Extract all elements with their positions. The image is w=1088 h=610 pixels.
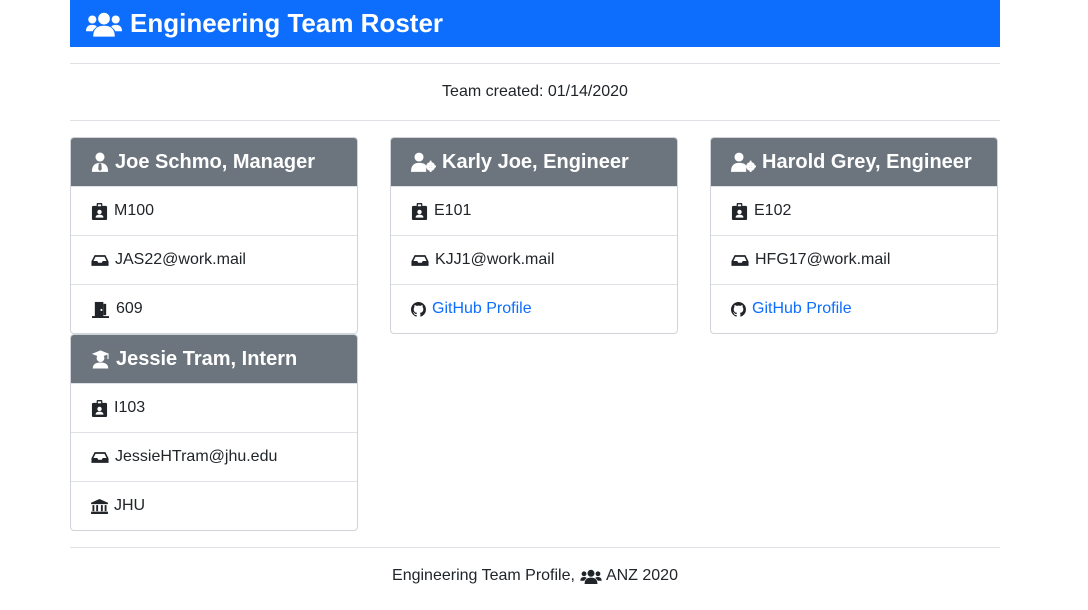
inbox-icon — [91, 451, 109, 464]
card-title: Jessie Tram, Intern — [116, 347, 298, 370]
school-row: JHU — [71, 481, 357, 530]
employee-card-engineer: Harold Grey, Engineer E102 HFG17@work.ma… — [710, 137, 998, 334]
id-badge-icon — [411, 203, 428, 220]
employee-id: E102 — [754, 202, 792, 219]
employee-card-manager: Joe Schmo, Manager M100 JAS22@work.mail … — [70, 137, 358, 334]
card-title: Karly Joe, Engineer — [442, 150, 629, 173]
id-badge-icon — [91, 400, 108, 417]
github-profile-link[interactable]: GitHub Profile — [432, 300, 532, 318]
users-icon — [86, 11, 122, 37]
footer-text-after: ANZ 2020 — [605, 567, 678, 584]
inbox-icon — [731, 254, 749, 267]
user-cog-icon — [731, 152, 756, 172]
email-row: JAS22@work.mail — [71, 235, 357, 284]
github-row: GitHub Profile — [711, 284, 997, 333]
card-header: Jessie Tram, Intern — [71, 335, 357, 383]
github-icon — [411, 302, 426, 317]
page-header: Engineering Team Roster — [70, 0, 1000, 47]
divider-bottom — [70, 547, 1000, 548]
email-text: HFG17@work.mail — [755, 251, 891, 268]
employee-id-row: E102 — [711, 186, 997, 235]
email-text: JAS22@work.mail — [115, 251, 246, 268]
github-icon — [731, 302, 746, 317]
employee-card-engineer: Karly Joe, Engineer E101 KJJ1@work.mail … — [390, 137, 678, 334]
office-row: 609 — [71, 284, 357, 333]
divider-middle — [70, 120, 1000, 121]
github-row: GitHub Profile — [391, 284, 677, 333]
employee-id: I103 — [114, 399, 146, 416]
card-title: Harold Grey, Engineer — [762, 150, 972, 173]
school-name: JHU — [114, 497, 146, 514]
footer-text-before: Engineering Team Profile, — [392, 567, 575, 584]
github-profile-link[interactable]: GitHub Profile — [752, 300, 852, 318]
id-badge-icon — [731, 203, 748, 220]
email-row: JessieHTram@jhu.edu — [71, 432, 357, 481]
card-header: Karly Joe, Engineer — [391, 138, 677, 186]
email-row: HFG17@work.mail — [711, 235, 997, 284]
inbox-icon — [91, 254, 109, 267]
graduate-icon — [91, 349, 110, 369]
user-cog-icon — [411, 152, 436, 172]
university-icon — [91, 499, 108, 514]
page-footer: Engineering Team Profile, ANZ 2020 — [70, 567, 1000, 585]
employee-id-row: M100 — [71, 186, 357, 235]
card-header: Harold Grey, Engineer — [711, 138, 997, 186]
employee-id-row: E101 — [391, 186, 677, 235]
inbox-icon — [411, 254, 429, 267]
email-text: KJJ1@work.mail — [435, 251, 555, 268]
card-header: Joe Schmo, Manager — [71, 138, 357, 186]
office-number: 609 — [116, 300, 143, 317]
card-title: Joe Schmo, Manager — [115, 150, 316, 173]
employee-id: E101 — [434, 202, 472, 219]
email-text: JessieHTram@jhu.edu — [115, 448, 278, 465]
email-row: KJJ1@work.mail — [391, 235, 677, 284]
divider-top — [70, 63, 1000, 64]
page-title: Engineering Team Roster — [130, 8, 444, 38]
employee-id: M100 — [114, 202, 155, 219]
employee-card-intern: Jessie Tram, Intern I103 JessieHTram@jhu… — [70, 334, 358, 531]
user-tie-icon — [91, 152, 109, 172]
door-icon — [91, 301, 110, 318]
users-icon — [580, 569, 602, 584]
team-created-text: Team created: 01/14/2020 — [442, 83, 628, 100]
employee-id-row: I103 — [71, 383, 357, 432]
id-badge-icon — [91, 203, 108, 220]
